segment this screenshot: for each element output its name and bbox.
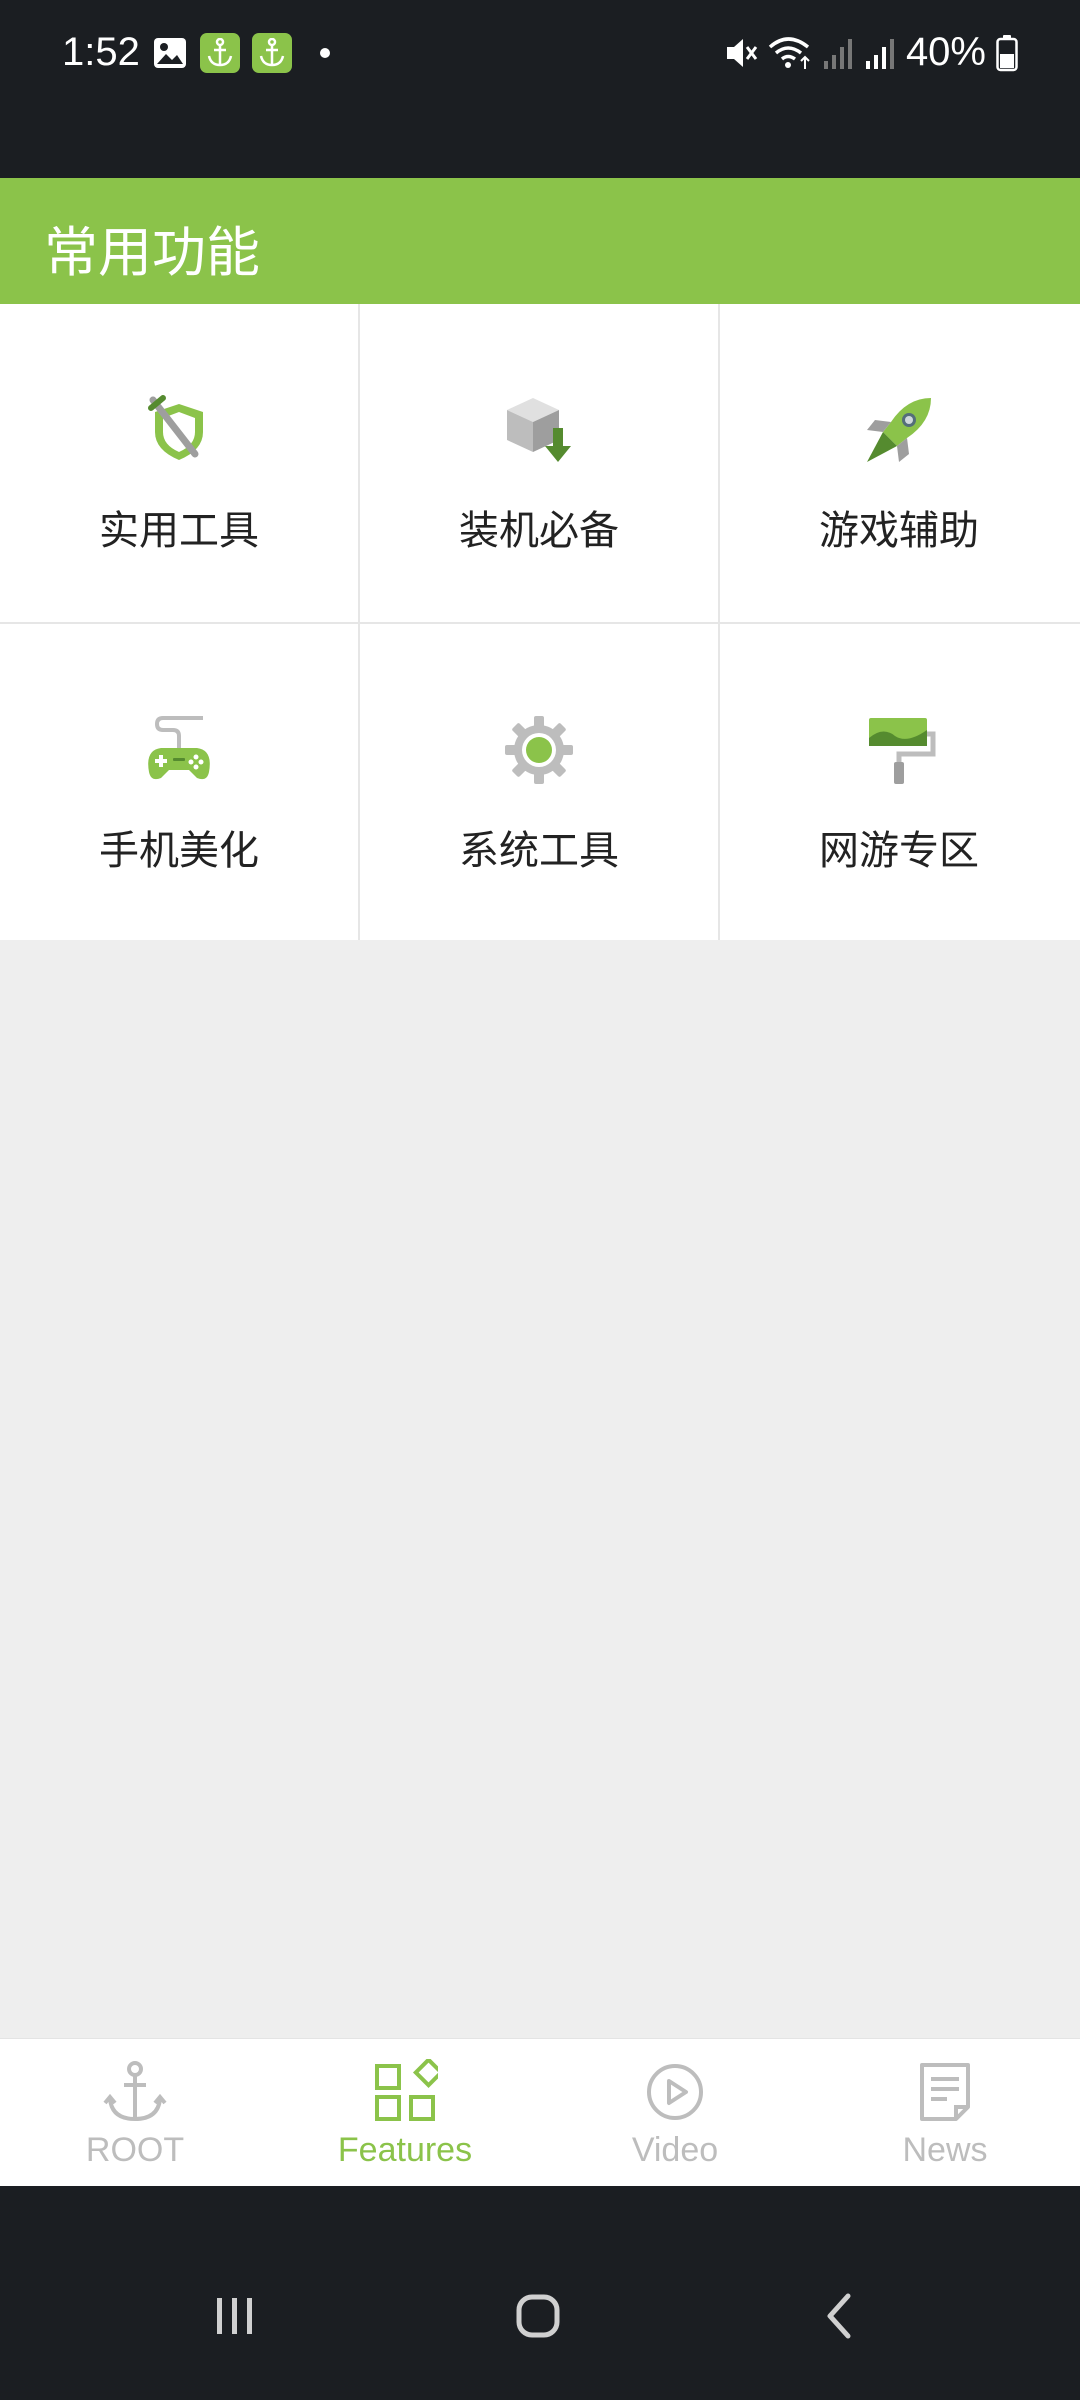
back-icon[interactable] [810, 2286, 870, 2346]
feature-item-game-assist[interactable]: 游戏辅助 [720, 304, 1078, 620]
page-title: 常用功能 [44, 221, 260, 284]
nav-label: Video [631, 2131, 719, 2169]
gallery-icon [154, 38, 186, 68]
feature-item-system-tools[interactable]: 系统工具 [360, 624, 718, 940]
bottom-navigation: ROOT Features Video News [0, 2038, 1080, 2186]
feature-label: 游戏辅助 [819, 508, 979, 554]
nav-label: News [902, 2131, 988, 2169]
status-system-icons: 40% [724, 30, 1018, 75]
nav-item-video[interactable]: Video [540, 2039, 810, 2187]
gear-icon [505, 716, 573, 784]
dot-icon [320, 48, 330, 58]
grid-shapes-icon [375, 2059, 438, 2121]
rocket-icon [867, 398, 931, 462]
anchor-icon [103, 2061, 167, 2122]
signal-icon [865, 38, 894, 69]
wifi-icon [768, 36, 810, 69]
feature-item-phone-theming[interactable]: 手机美化 [0, 624, 358, 940]
play-circle-icon [647, 2064, 703, 2120]
app-header: 常用功能 [0, 178, 1080, 304]
nav-label: ROOT [85, 2131, 185, 2169]
nav-item-news[interactable]: News [810, 2039, 1080, 2187]
battery-percent: 40% [905, 30, 986, 74]
content-empty-area [0, 940, 1080, 2038]
anchor-icon [252, 33, 292, 73]
recent-apps-icon[interactable] [205, 2286, 265, 2346]
anchor-icon [200, 33, 240, 73]
home-icon[interactable] [508, 2286, 568, 2346]
nav-label: Features [337, 2131, 473, 2169]
nav-item-features[interactable]: Features [270, 2039, 540, 2187]
battery-icon [996, 34, 1018, 71]
status-time: 1:52 [62, 30, 140, 74]
feature-label: 网游专区 [819, 828, 979, 874]
feature-label: 装机必备 [459, 508, 619, 554]
paint-roller-icon [869, 718, 936, 784]
gamepad-icon [148, 716, 210, 780]
status-notification-icons [152, 33, 330, 73]
feature-item-utility-tools[interactable]: 实用工具 [0, 304, 358, 620]
feature-label: 系统工具 [459, 828, 619, 874]
box-download-icon [507, 398, 571, 462]
system-navigation-bar [0, 2186, 1080, 2400]
shield-sword-icon [148, 395, 203, 460]
status-bar: 1:52 40% [0, 0, 1080, 178]
document-icon [920, 2063, 970, 2121]
feature-grid: 实用工具 装机必备 游戏辅助 手机美化 系统工具 网游专区 [0, 304, 1080, 940]
feature-label: 手机美化 [99, 828, 259, 874]
feature-label: 实用工具 [99, 508, 259, 554]
nav-item-root[interactable]: ROOT [0, 2039, 270, 2187]
signal-icon [823, 38, 852, 69]
mute-icon [726, 38, 758, 67]
feature-item-essentials[interactable]: 装机必备 [360, 304, 718, 620]
feature-item-online-games[interactable]: 网游专区 [720, 624, 1078, 940]
